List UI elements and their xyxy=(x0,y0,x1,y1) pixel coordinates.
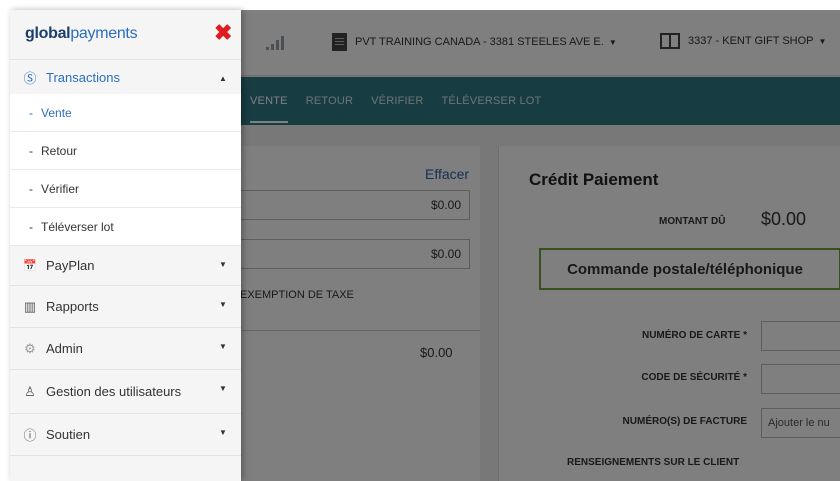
info-icon: ⓘ xyxy=(23,428,37,443)
menu-rapports[interactable]: ▥ Rapports ▼ xyxy=(10,286,241,328)
menu-gestion-utilisateurs[interactable]: ♙ Gestion des utilisateurs ▼ xyxy=(10,370,241,414)
menu-label: Rapports xyxy=(46,299,99,314)
menu-payplan[interactable]: 📅 PayPlan ▼ xyxy=(10,246,241,286)
menu-label: Admin xyxy=(46,341,83,356)
submenu-label: Vérifier xyxy=(41,181,80,196)
bar-chart-icon: ▥ xyxy=(23,298,37,314)
menu-label: PayPlan xyxy=(46,258,95,273)
chevron-down-icon: ▼ xyxy=(219,428,227,437)
menu-soutien[interactable]: ⓘ Soutien ▼ xyxy=(10,414,241,456)
drawer-header: globalpayments ✖ xyxy=(10,10,241,60)
submenu-item-retour[interactable]: - Retour xyxy=(10,132,241,170)
chevron-up-icon: ▲ xyxy=(219,74,227,83)
chevron-down-icon: ▼ xyxy=(219,342,227,351)
menu-label: Transactions xyxy=(46,69,120,85)
chevron-down-icon: ▼ xyxy=(219,260,227,269)
submenu-label: Téléverser lot xyxy=(41,219,114,234)
menu-admin[interactable]: ⚙ Admin ▼ xyxy=(10,328,241,370)
navigation-drawer: globalpayments ✖ Ⓢ Transactions ▲ - Vent… xyxy=(10,10,241,481)
transactions-submenu: - Vente - Retour - Vérifier - Téléverser… xyxy=(10,94,241,246)
left-margin xyxy=(0,0,10,481)
submenu-item-verifier[interactable]: - Vérifier xyxy=(10,170,241,208)
screen: PVT TRAINING CANADA - 3381 STEELES AVE E… xyxy=(0,0,840,481)
submenu-label: Retour xyxy=(41,143,78,158)
menu-label: Gestion des utilisateurs xyxy=(46,384,182,399)
dollar-circle-icon: Ⓢ xyxy=(23,70,37,86)
user-icon: ♙ xyxy=(24,383,36,399)
submenu-item-televerser-lot[interactable]: - Téléverser lot xyxy=(10,208,241,246)
submenu-label: Vente xyxy=(41,105,72,120)
chevron-down-icon: ▼ xyxy=(219,384,227,393)
close-icon[interactable]: ✖ xyxy=(214,21,232,45)
global-payments-logo: globalpayments xyxy=(25,25,138,42)
menu-label: Soutien xyxy=(46,427,91,442)
submenu-item-vente[interactable]: - Vente xyxy=(10,94,241,132)
calendar-icon: 📅 xyxy=(23,260,37,272)
menu-transactions[interactable]: Ⓢ Transactions ▲ xyxy=(10,60,241,94)
gear-icon: ⚙ xyxy=(24,340,36,356)
top-margin xyxy=(0,0,840,10)
chevron-down-icon: ▼ xyxy=(219,300,227,309)
